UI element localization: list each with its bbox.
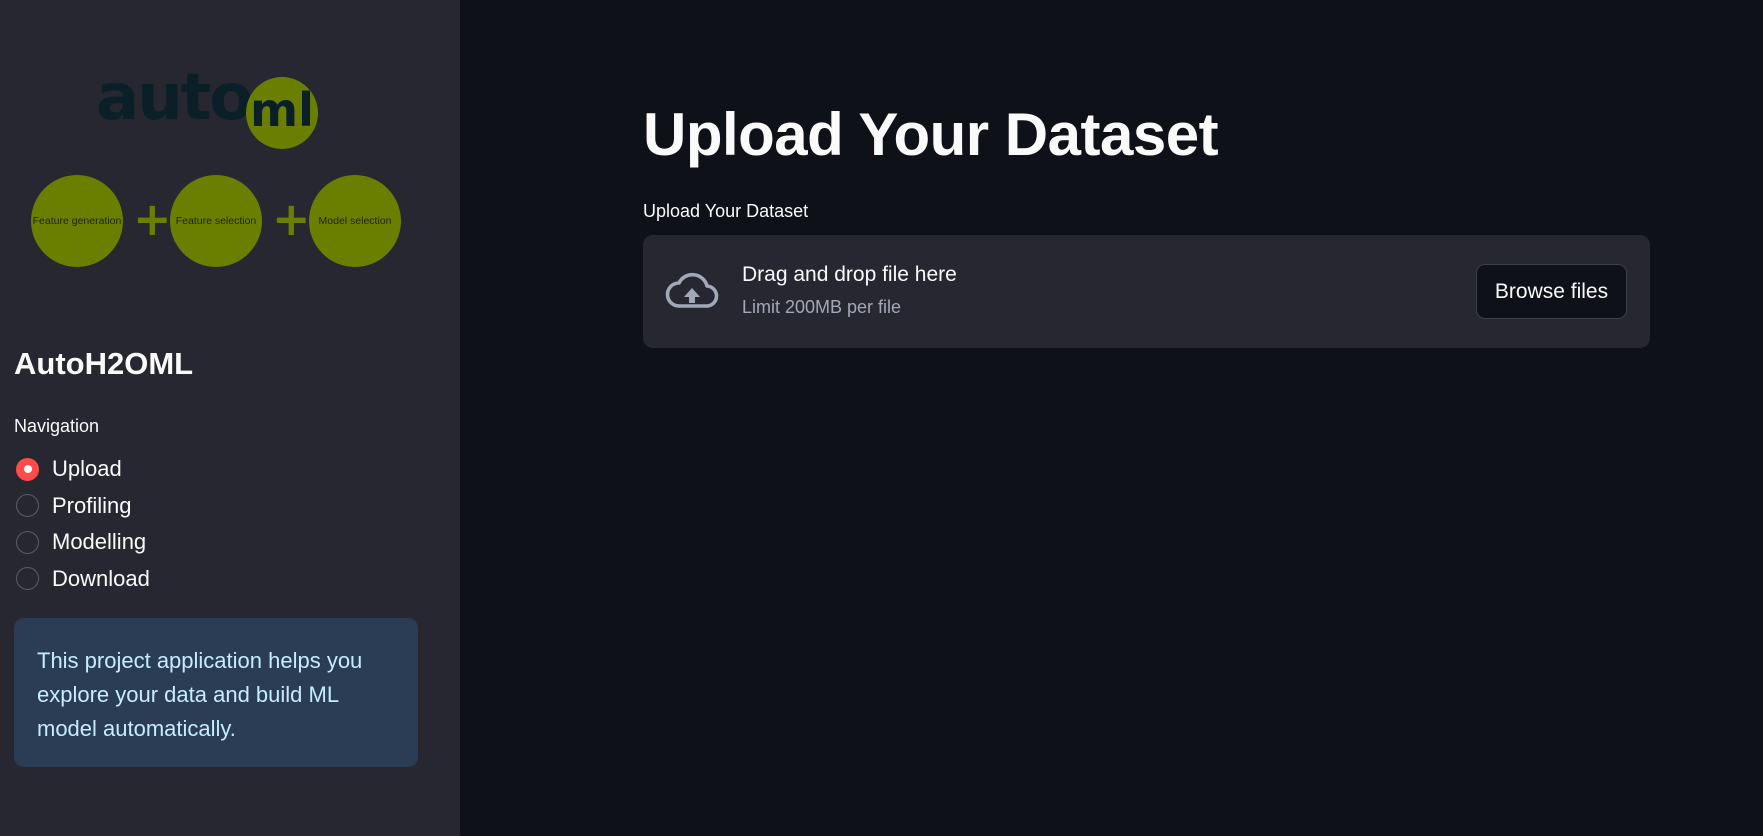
dropzone-instruction: Drag and drop file here — [742, 263, 957, 286]
logo-text-auto: auto — [96, 61, 253, 135]
radio-checked-icon[interactable] — [16, 457, 39, 481]
logo-ml-circle: ml — [246, 77, 318, 149]
radio-unchecked-icon[interactable] — [16, 530, 39, 554]
automl-logo: auto ml Feature generation + Feature sel… — [0, 0, 460, 290]
file-dropzone[interactable]: Drag and drop file here Limit 200MB per … — [643, 235, 1650, 348]
nav-option-download[interactable]: Download — [16, 561, 150, 598]
nav-option-upload[interactable]: Upload — [16, 451, 150, 488]
nav-option-modelling[interactable]: Modelling — [16, 524, 150, 561]
browse-files-button[interactable]: Browse files — [1476, 264, 1627, 319]
logo-step-model-selection: Model selection — [309, 175, 401, 267]
navigation-label: Navigation — [14, 416, 100, 436]
sidebar-app-title: AutoH2OML — [14, 346, 194, 381]
nav-option-label: Modelling — [52, 529, 147, 555]
info-box: This project application helps you explo… — [14, 618, 418, 767]
logo-plus: + — [133, 192, 172, 246]
radio-unchecked-icon[interactable] — [16, 567, 39, 591]
page-title: Upload Your Dataset — [643, 101, 1219, 168]
logo-text-ml: ml — [250, 83, 314, 137]
dropzone-limit: Limit 200MB per file — [742, 297, 902, 317]
app-root: auto ml Feature generation + Feature sel… — [0, 0, 1763, 836]
nav-option-label: Upload — [52, 456, 122, 482]
sidebar: auto ml Feature generation + Feature sel… — [0, 0, 460, 836]
navigation-radio-group: Upload Profiling Modelling Download — [16, 451, 150, 597]
logo-plus: + — [272, 192, 311, 246]
nav-option-label: Download — [52, 565, 150, 591]
main-content: Upload Your Dataset Upload Your Dataset … — [460, 0, 1763, 836]
nav-option-label: Profiling — [52, 492, 132, 518]
logo-step-feature-generation: Feature generation — [31, 175, 123, 267]
nav-option-profiling[interactable]: Profiling — [16, 488, 150, 525]
file-uploader-label: Upload Your Dataset — [643, 201, 809, 221]
dropzone-text: Drag and drop file here Limit 200MB per … — [742, 263, 957, 318]
cloud-upload-icon — [665, 272, 719, 308]
logo-step-feature-selection: Feature selection — [170, 175, 262, 267]
radio-unchecked-icon[interactable] — [16, 494, 39, 518]
